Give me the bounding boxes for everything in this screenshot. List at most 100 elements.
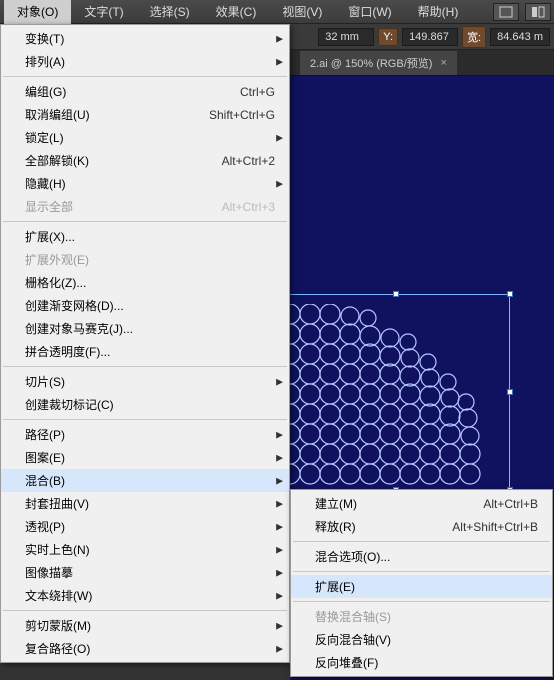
menu-help[interactable]: 帮助(H) bbox=[405, 0, 472, 24]
submenu-arrow-icon: ▶ bbox=[276, 178, 283, 189]
menu-item-label: 排列(A) bbox=[25, 53, 275, 70]
menu-item-label: 建立(M) bbox=[315, 495, 443, 512]
menu-type[interactable]: 文字(T) bbox=[71, 0, 136, 24]
object-menu-item-13[interactable]: 创建渐变网格(D)... bbox=[1, 294, 289, 317]
menu-item-label: 复合路径(O) bbox=[25, 640, 275, 657]
menu-item-label: 扩展外观(E) bbox=[25, 251, 275, 268]
menu-view[interactable]: 视图(V) bbox=[269, 0, 335, 24]
menu-item-label: 扩展(X)... bbox=[25, 228, 275, 245]
blend-submenu: 建立(M)Alt+Ctrl+B 释放(R) Alt+Shift+Ctrl+B 混合选项… bbox=[290, 489, 553, 677]
sel-handle-tr[interactable] bbox=[507, 291, 513, 297]
object-menu-item-1[interactable]: 排列(A)▶ bbox=[1, 50, 289, 73]
object-menu-item-0[interactable]: 变换(T)▶ bbox=[1, 27, 289, 50]
object-menu-item-6[interactable]: 全部解锁(K)Alt+Ctrl+2 bbox=[1, 149, 289, 172]
arrange-docs-icon[interactable] bbox=[525, 3, 551, 21]
menu-item-label: 变换(T) bbox=[25, 30, 275, 47]
menu-item-label: 路径(P) bbox=[25, 426, 275, 443]
object-menu-item-15[interactable]: 拼合透明度(F)... bbox=[1, 340, 289, 363]
object-menu-item-18[interactable]: 创建裁切标记(C) bbox=[1, 393, 289, 416]
blend-submenu-item-7: 替换混合轴(S) bbox=[291, 605, 552, 628]
menu-item-label: 图案(E) bbox=[25, 449, 275, 466]
object-menu-item-20[interactable]: 路径(P)▶ bbox=[1, 423, 289, 446]
doc-tab-2ai[interactable]: 2.ai @ 150% (RGB/预览) × bbox=[300, 51, 457, 75]
menu-item-label: 创建对象马赛克(J)... bbox=[25, 320, 275, 337]
menu-item-label: 图像描摹 bbox=[25, 564, 275, 581]
menu-item-label: 栅格化(Z)... bbox=[25, 274, 275, 291]
menu-item-label: 混合(B) bbox=[25, 472, 275, 489]
submenu-arrow-icon: ▶ bbox=[276, 521, 283, 532]
blend-submenu-item-0[interactable]: 建立(M)Alt+Ctrl+B bbox=[291, 492, 552, 515]
object-menu-item-8: 显示全部Alt+Ctrl+3 bbox=[1, 195, 289, 218]
menu-item-label: 创建裁切标记(C) bbox=[25, 396, 275, 413]
menu-item-label: 封套扭曲(V) bbox=[25, 495, 275, 512]
object-menu-item-11: 扩展外观(E) bbox=[1, 248, 289, 271]
menu-item-label: 混合选项(O)... bbox=[315, 548, 538, 565]
sel-handle-tm[interactable] bbox=[393, 291, 399, 297]
object-menu-item-23[interactable]: 封套扭曲(V)▶ bbox=[1, 492, 289, 515]
submenu-arrow-icon: ▶ bbox=[276, 33, 283, 44]
blend-submenu-item-3[interactable]: 混合选项(O)... bbox=[291, 545, 552, 568]
submenu-arrow-icon: ▶ bbox=[276, 590, 283, 601]
menu-item-label: 实时上色(N) bbox=[25, 541, 275, 558]
width-value[interactable]: 84.643 m bbox=[490, 28, 550, 46]
blend-submenu-item-1[interactable]: 释放(R) Alt+Shift+Ctrl+B bbox=[291, 515, 552, 538]
object-menu-item-27[interactable]: 文本绕排(W)▶ bbox=[1, 584, 289, 607]
doc-setup-icon[interactable] bbox=[493, 3, 519, 21]
menu-item-label: 反向混合轴(V) bbox=[315, 631, 538, 648]
menu-item-label: 锁定(L) bbox=[25, 129, 275, 146]
menu-item-label: 全部解锁(K) bbox=[25, 152, 182, 169]
menu-item-label: 剪切蒙版(M) bbox=[25, 617, 275, 634]
menu-item-shortcut: Shift+Ctrl+G bbox=[209, 108, 275, 122]
object-menu-item-4[interactable]: 取消编组(U) Shift+Ctrl+G bbox=[1, 103, 289, 126]
object-menu-separator bbox=[3, 221, 287, 222]
object-menu-item-5[interactable]: 锁定(L)▶ bbox=[1, 126, 289, 149]
object-menu-item-14[interactable]: 创建对象马赛克(J)... bbox=[1, 317, 289, 340]
object-menu-item-24[interactable]: 透视(P)▶ bbox=[1, 515, 289, 538]
object-menu-separator bbox=[3, 610, 287, 611]
blend-submenu-item-8[interactable]: 反向混合轴(V) bbox=[291, 628, 552, 651]
menu-item-label: 反向堆叠(F) bbox=[315, 654, 538, 671]
object-menu-item-21[interactable]: 图案(E)▶ bbox=[1, 446, 289, 469]
menu-item-label: 释放(R) bbox=[315, 518, 412, 535]
menu-item-shortcut: Alt+Shift+Ctrl+B bbox=[452, 520, 538, 534]
object-menu-item-30[interactable]: 复合路径(O)▶ bbox=[1, 637, 289, 660]
blend-submenu-item-9[interactable]: 反向堆叠(F) bbox=[291, 651, 552, 674]
menu-item-label: 隐藏(H) bbox=[25, 175, 275, 192]
menu-item-label: 扩展(E) bbox=[315, 578, 538, 595]
close-icon[interactable]: × bbox=[440, 57, 446, 69]
submenu-arrow-icon: ▶ bbox=[276, 376, 283, 387]
menu-select[interactable]: 选择(S) bbox=[137, 0, 203, 24]
submenu-arrow-icon: ▶ bbox=[276, 452, 283, 463]
sel-handle-mr[interactable] bbox=[507, 389, 513, 395]
object-menu-item-3[interactable]: 编组(G)Ctrl+G bbox=[1, 80, 289, 103]
submenu-arrow-icon: ▶ bbox=[276, 544, 283, 555]
y-label: Y: bbox=[378, 28, 398, 46]
blend-submenu-separator bbox=[293, 601, 550, 602]
menu-item-label: 编组(G) bbox=[25, 83, 200, 100]
menu-item-label: 取消编组(U) bbox=[25, 106, 169, 123]
blend-submenu-item-5[interactable]: 扩展(E) bbox=[291, 575, 552, 598]
y-value[interactable]: 149.867 bbox=[402, 28, 458, 46]
selection-box[interactable] bbox=[290, 294, 510, 490]
blend-submenu-separator bbox=[293, 541, 550, 542]
object-menu-item-29[interactable]: 剪切蒙版(M)▶ bbox=[1, 614, 289, 637]
menu-object[interactable]: 对象(O) bbox=[4, 0, 71, 24]
object-menu-item-25[interactable]: 实时上色(N)▶ bbox=[1, 538, 289, 561]
doc-tab-title: 2.ai @ 150% (RGB/预览) bbox=[310, 55, 432, 71]
object-menu-item-22[interactable]: 混合(B)▶ bbox=[1, 469, 289, 492]
object-menu-item-7[interactable]: 隐藏(H)▶ bbox=[1, 172, 289, 195]
menu-window[interactable]: 窗口(W) bbox=[335, 0, 404, 24]
submenu-arrow-icon: ▶ bbox=[276, 498, 283, 509]
menu-item-shortcut: Alt+Ctrl+3 bbox=[222, 200, 275, 214]
object-menu-separator bbox=[3, 419, 287, 420]
width-label: 宽: bbox=[462, 26, 486, 48]
object-menu-item-26[interactable]: 图像描摹▶ bbox=[1, 561, 289, 584]
object-menu-item-10[interactable]: 扩展(X)... bbox=[1, 225, 289, 248]
menu-item-label: 替换混合轴(S) bbox=[315, 608, 538, 625]
menu-effect[interactable]: 效果(C) bbox=[203, 0, 270, 24]
submenu-arrow-icon: ▶ bbox=[276, 643, 283, 654]
x-value[interactable]: 32 mm bbox=[318, 28, 374, 46]
object-menu-item-17[interactable]: 切片(S)▶ bbox=[1, 370, 289, 393]
object-menu-item-12[interactable]: 栅格化(Z)... bbox=[1, 271, 289, 294]
menu-item-label: 透视(P) bbox=[25, 518, 275, 535]
